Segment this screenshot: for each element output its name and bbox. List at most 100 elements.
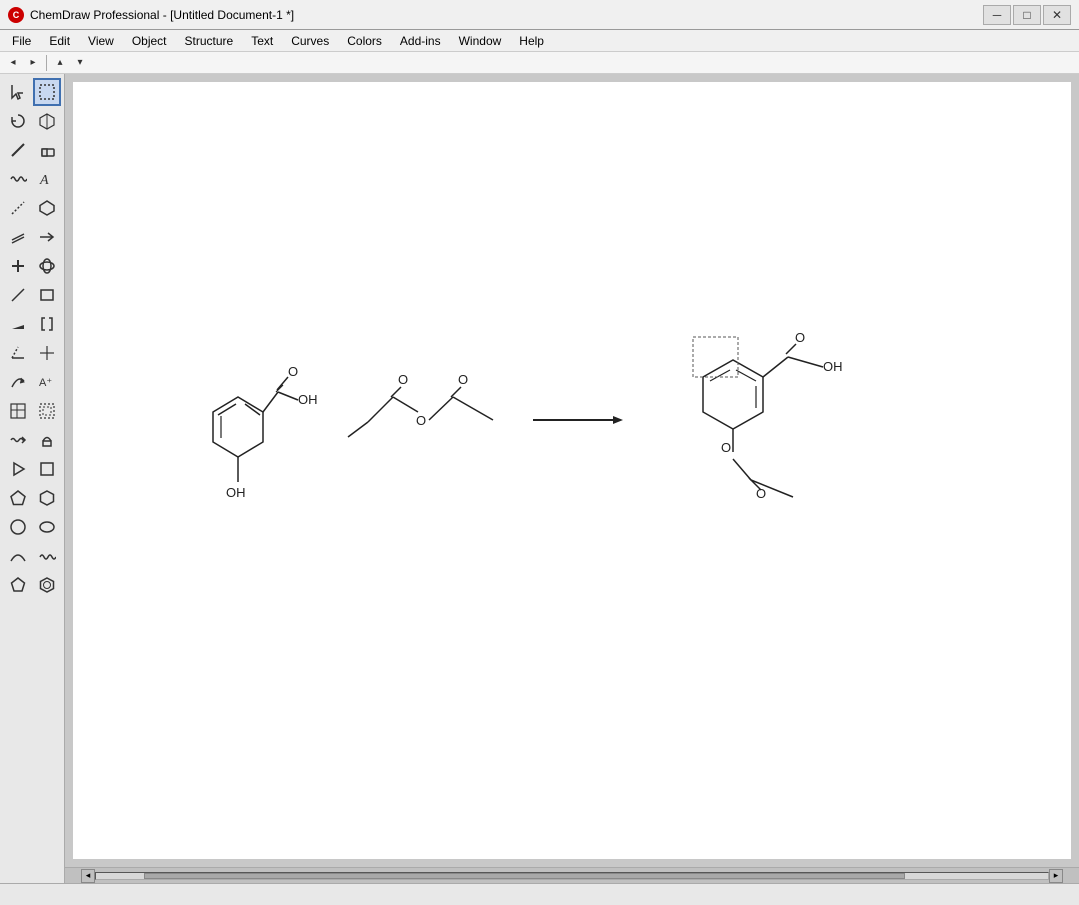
wedge-tool[interactable] [4,310,32,338]
region-tool[interactable] [33,397,61,425]
canvas-area: OH O OH O [65,74,1079,883]
crosshair-tool[interactable] [33,339,61,367]
scroll-right-button[interactable]: ▸ [1049,869,1063,883]
tool-row-15 [4,484,61,512]
scrollbar-track[interactable] [95,872,1049,880]
bond-tool[interactable] [4,136,32,164]
close-button[interactable]: ✕ [1043,5,1071,25]
pentagon-tool[interactable] [4,484,32,512]
menu-window[interactable]: Window [451,30,510,52]
menu-curves[interactable]: Curves [283,30,337,52]
main-area: A [0,74,1079,883]
multi-bond-tool[interactable] [4,223,32,251]
tool-row-9 [4,310,61,338]
dashed-bond-tool[interactable] [4,194,32,222]
menu-object[interactable]: Object [124,30,175,52]
maximize-button[interactable]: □ [1013,5,1041,25]
svg-text:OH: OH [823,359,843,374]
svg-text:O: O [795,330,805,345]
svg-text:OH: OH [226,485,246,500]
reaction-arrow [533,416,623,424]
toolbar-btn-left[interactable]: ◂ [4,54,22,72]
scrollbar-thumb[interactable] [144,873,906,879]
menu-help[interactable]: Help [511,30,552,52]
tool-row-11: A⁺ [4,368,61,396]
svg-text:A: A [39,173,49,188]
app-title: ChemDraw Professional - [Untitled Docume… [30,8,294,22]
tool-row-13 [4,426,61,454]
text-tool[interactable]: A [33,165,61,193]
title-bar: C ChemDraw Professional - [Untitled Docu… [0,0,1079,30]
tool-row-7 [4,252,61,280]
3d-tool[interactable] [33,107,61,135]
svg-text:O: O [458,372,468,387]
menu-file[interactable]: File [4,30,39,52]
curved-tool[interactable] [4,368,32,396]
secondary-toolbar: ◂ ▸ ▴ ▾ [0,52,1079,74]
chemistry-drawing: OH O OH O [73,82,1071,859]
benzene-ring-tool[interactable] [33,571,61,599]
dashed-wedge-tool[interactable] [4,339,32,367]
plus-tool[interactable] [4,252,32,280]
toolbar-btn-down[interactable]: ▾ [71,54,89,72]
ellipse-tool[interactable] [33,513,61,541]
squiggle-tool[interactable] [4,426,32,454]
bracket-tool[interactable] [33,310,61,338]
salicylic-acid: OH O OH [213,364,318,500]
svg-text:O: O [756,486,766,501]
menu-edit[interactable]: Edit [41,30,78,52]
wave-tool[interactable] [33,542,61,570]
rotate-tool[interactable] [4,107,32,135]
cyclopentane-tool[interactable] [4,571,32,599]
tool-row-8 [4,281,61,309]
tool-row-3 [4,136,61,164]
tool-row-6 [4,223,61,251]
svg-text:O: O [721,440,731,455]
wavy-bond-tool[interactable] [4,165,32,193]
svg-text:O: O [416,413,426,428]
template-tool[interactable] [33,194,61,222]
tool-row-10 [4,339,61,367]
circle-tool[interactable] [4,513,32,541]
tool-row-2 [4,107,61,135]
menu-addins[interactable]: Add-ins [392,30,449,52]
lasso-tool[interactable] [33,78,61,106]
menu-structure[interactable]: Structure [177,30,242,52]
menu-text[interactable]: Text [243,30,281,52]
arc-tool[interactable] [4,542,32,570]
horizontal-scrollbar[interactable]: ◂ ▸ [65,867,1079,883]
menu-view[interactable]: View [80,30,122,52]
aspirin: O OH O O [693,330,843,501]
app-logo: C [8,7,24,23]
title-left: C ChemDraw Professional - [Untitled Docu… [8,7,294,23]
rectangle-tool[interactable] [33,281,61,309]
orbital-tool[interactable] [33,252,61,280]
tool-row-14 [4,455,61,483]
menu-colors[interactable]: Colors [339,30,390,52]
select-tool[interactable] [4,78,32,106]
box-tool[interactable] [33,455,61,483]
title-controls: ─ □ ✕ [983,5,1071,25]
stamp-tool[interactable] [33,426,61,454]
svg-text:A⁺: A⁺ [39,377,52,389]
drawing-canvas[interactable]: OH O OH O [73,82,1071,859]
charge-tool[interactable]: A⁺ [33,368,61,396]
toolbar-btn-right[interactable]: ▸ [24,54,42,72]
menu-bar: File Edit View Object Structure Text Cur… [0,30,1079,52]
toolbar-separator [46,55,47,71]
toolbar-btn-up[interactable]: ▴ [51,54,69,72]
line-tool[interactable] [4,281,32,309]
play-tool[interactable] [4,455,32,483]
tool-row-1 [4,78,61,106]
eraser-tool[interactable] [33,136,61,164]
tool-row-17 [4,542,61,570]
minimize-button[interactable]: ─ [983,5,1011,25]
hexagon-tool[interactable] [33,484,61,512]
scroll-left-button[interactable]: ◂ [81,869,95,883]
status-bar [0,883,1079,905]
grid-tool[interactable] [4,397,32,425]
tool-row-16 [4,513,61,541]
svg-text:O: O [288,364,298,379]
arrow-tool[interactable] [33,223,61,251]
left-toolbar: A [0,74,65,883]
